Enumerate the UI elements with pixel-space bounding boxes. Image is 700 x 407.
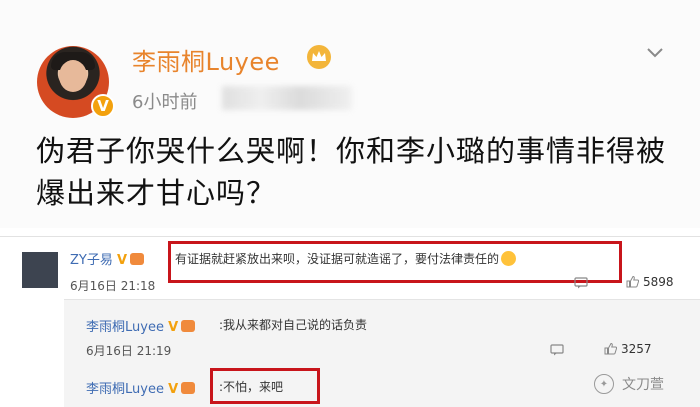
verified-badge-icon: V: [91, 94, 115, 118]
like-button[interactable]: 3257: [604, 342, 652, 356]
verified-badge-icon: V: [168, 320, 179, 335]
reply-icon[interactable]: [574, 277, 588, 289]
reply-author[interactable]: 李雨桐Luyee V: [86, 316, 196, 335]
verified-badge-icon: V: [117, 253, 128, 268]
thumbs-up-icon: [604, 342, 617, 355]
highlight-box: [210, 368, 320, 404]
like-count: 5898: [643, 275, 674, 289]
avatar-face: [59, 60, 87, 92]
commenter-avatar[interactable]: [22, 252, 58, 288]
weibo-post: V 李雨桐Luyee 6小时前 伪君子你哭什么哭啊！你和李小璐的事情非得被爆出来…: [0, 0, 700, 228]
blurred-source: [222, 86, 352, 110]
comment-author-name[interactable]: ZY子易: [70, 253, 113, 268]
crown-icon: [307, 45, 331, 69]
watermark: ✦ 文刀萱: [594, 374, 664, 394]
reply-icon[interactable]: [550, 344, 564, 356]
post-text: 伪君子你哭什么哭啊！你和李小璐的事情非得被爆出来才甘心吗？: [36, 134, 667, 210]
reply-author-name[interactable]: 李雨桐Luyee: [86, 382, 164, 397]
like-button[interactable]: 5898: [626, 275, 674, 289]
watermark-text: 文刀萱: [622, 377, 664, 393]
verified-badge-icon: V: [168, 382, 179, 397]
member-icon: [181, 320, 196, 332]
thumbs-up-icon: [626, 275, 639, 288]
reply-date: 6月16日 21:19: [86, 344, 172, 358]
comment-date: 6月16日 21:18: [70, 279, 156, 293]
chevron-down-icon[interactable]: [646, 44, 664, 62]
comment-author[interactable]: ZY子易 V: [70, 249, 145, 268]
post-time: 6小时前: [132, 92, 198, 113]
post-author-name[interactable]: 李雨桐Luyee: [132, 42, 280, 77]
member-icon: [181, 382, 196, 394]
wechat-logo-icon: ✦: [594, 374, 614, 394]
member-icon: [130, 253, 145, 265]
like-count: 3257: [621, 342, 652, 356]
reply-author[interactable]: 李雨桐Luyee V: [86, 378, 196, 397]
reply-author-name[interactable]: 李雨桐Luyee: [86, 320, 164, 335]
reply-text: :我从来都对自己说的话负责: [219, 318, 368, 332]
highlight-box: [168, 241, 622, 283]
